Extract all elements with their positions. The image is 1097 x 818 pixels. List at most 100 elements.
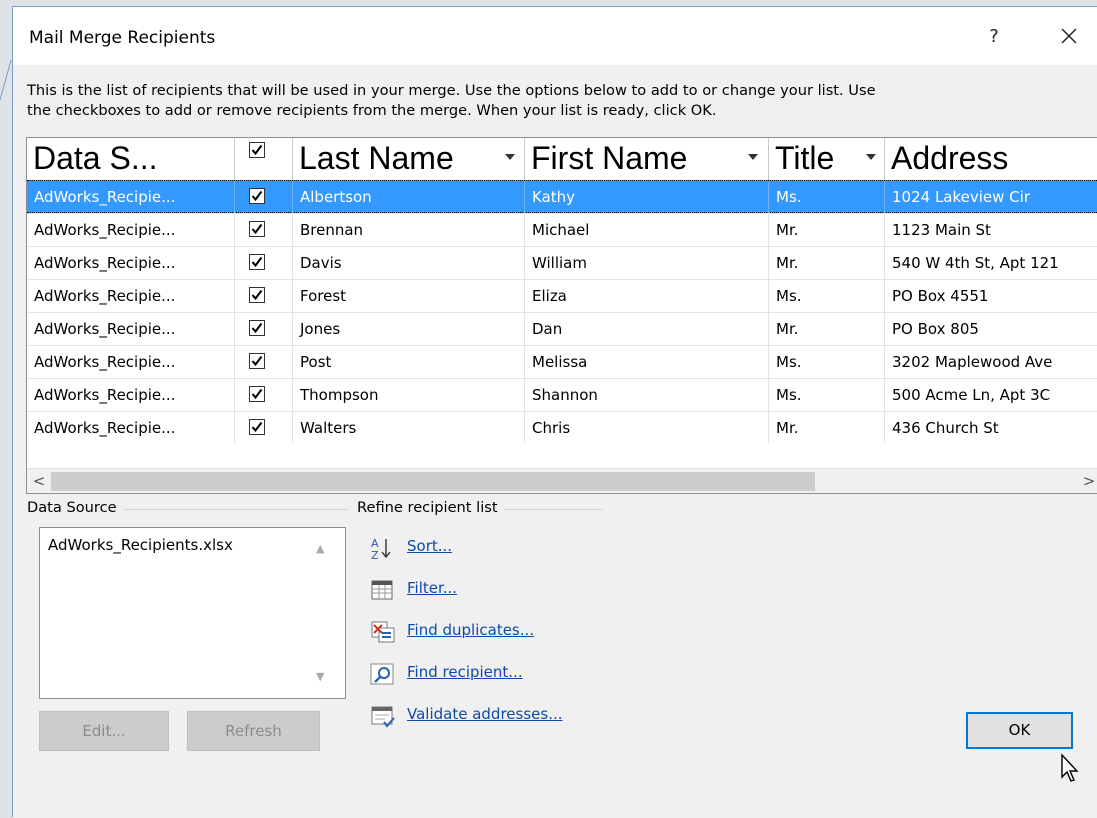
close-icon (1061, 28, 1077, 44)
select-all-checkbox[interactable] (249, 142, 265, 158)
cell-address: 1024 Lakeview Cir (892, 188, 1030, 206)
cell-last-name: Post (293, 346, 525, 378)
scroll-left-arrow-icon[interactable]: < (29, 471, 49, 492)
checkmark-icon (251, 144, 263, 156)
cell-last-name: Jones (293, 313, 525, 345)
cell-title: Mr. (769, 214, 885, 246)
include-checkbox[interactable] (249, 254, 265, 270)
ok-button[interactable]: OK (966, 712, 1073, 749)
cell-title: Ms. (769, 280, 885, 312)
cell-first-name: Melissa (525, 346, 769, 378)
cell-title: Ms. (769, 346, 885, 378)
refine-group-label: Refine recipient list (357, 499, 504, 516)
cell-title: Mr. (769, 247, 885, 279)
scroll-right-arrow-icon[interactable]: > (1079, 471, 1097, 492)
cell-data-source: AdWorks_Recipie... (27, 346, 235, 378)
include-checkbox[interactable] (249, 353, 265, 369)
filter-icon (371, 580, 393, 600)
include-checkbox[interactable] (249, 287, 265, 303)
cell-first-name: Dan (525, 313, 769, 345)
cell-data-source: AdWorks_Recipie... (27, 313, 235, 345)
sort-dropdown-arrow-icon[interactable] (866, 154, 876, 160)
refresh-button[interactable]: Refresh (187, 711, 320, 751)
include-checkbox[interactable] (249, 188, 265, 204)
cell-last-name: Davis (293, 247, 525, 279)
cell-address: 1123 Main St (892, 221, 991, 239)
scrollbar-thumb[interactable] (51, 472, 815, 491)
cell-include (235, 412, 293, 444)
table-row[interactable]: AdWorks_Recipie... Post Melissa Ms. 3202… (27, 345, 1097, 378)
checkmark-icon (251, 322, 263, 334)
cell-title: Ms. (769, 379, 885, 411)
checkmark-icon (251, 289, 263, 301)
sort-link[interactable]: Sort... (407, 537, 452, 555)
column-header-title[interactable]: Title (769, 138, 885, 180)
cell-data-source: AdWorks_Recipie... (27, 214, 235, 246)
column-header-label: Title (775, 140, 835, 176)
cell-data-source: AdWorks_Recipie... (27, 379, 235, 411)
scroll-up-arrow-icon[interactable]: ▲ (316, 542, 324, 555)
sort-az-icon: A Z (371, 537, 391, 561)
cell-include (235, 247, 293, 279)
cell-title: Mr. (769, 313, 885, 345)
scroll-down-arrow-icon[interactable]: ▼ (316, 670, 324, 683)
column-header-first-name[interactable]: First Name (525, 138, 769, 180)
validate-addresses-link[interactable]: Validate addresses... (407, 705, 563, 723)
recipients-grid[interactable]: Data S... Last Name First Name Title Add… (26, 137, 1097, 494)
cell-include (235, 379, 293, 411)
cell-address: PO Box 4551 (892, 287, 989, 305)
cell-last-name: Brennan (293, 214, 525, 246)
cell-first-name: William (525, 247, 769, 279)
table-row[interactable]: AdWorks_Recipie... Thompson Shannon Ms. … (27, 378, 1097, 411)
find-recipient-icon (370, 663, 394, 685)
background-window-edge (0, 60, 12, 101)
edit-button[interactable]: Edit... (39, 711, 169, 751)
cell-first-name: Michael (525, 214, 769, 246)
help-button[interactable]: ? (981, 23, 1007, 51)
column-header-address[interactable]: Address (885, 138, 1097, 180)
column-header-data-source[interactable]: Data S... (27, 138, 235, 180)
find-duplicates-link[interactable]: Find duplicates... (407, 621, 534, 639)
cell-include (235, 214, 293, 246)
cell-include (235, 313, 293, 345)
dialog-title: Mail Merge Recipients (29, 28, 216, 48)
cell-address: 436 Church St (892, 419, 999, 437)
checkmark-icon (251, 355, 263, 367)
cell-address: 540 W 4th St, Apt 121 (892, 254, 1059, 272)
list-item[interactable]: AdWorks_Recipients.xlsx (48, 536, 233, 554)
instructions-text: This is the list of recipients that will… (27, 81, 1097, 121)
table-row[interactable]: AdWorks_Recipie... Brennan Michael Mr. 1… (27, 213, 1097, 246)
table-row[interactable]: AdWorks_Recipie... Forest Eliza Ms. PO B… (27, 279, 1097, 312)
include-checkbox[interactable] (249, 386, 265, 402)
cell-address: 3202 Maplewood Ave (892, 353, 1053, 371)
instructions-line-1: This is the list of recipients that will… (27, 82, 876, 99)
cell-title: Mr. (769, 412, 885, 444)
svg-text:Z: Z (371, 549, 379, 561)
cell-first-name: Eliza (525, 280, 769, 312)
sort-dropdown-arrow-icon[interactable] (505, 154, 515, 160)
data-source-group-label: Data Source (27, 499, 123, 516)
cell-data-source: AdWorks_Recipie... (27, 412, 235, 444)
table-row[interactable]: AdWorks_Recipie... Jones Dan Mr. PO Box … (27, 312, 1097, 345)
data-source-list[interactable]: AdWorks_Recipients.xlsx ▲ ▼ (39, 527, 346, 699)
include-checkbox[interactable] (249, 221, 265, 237)
include-checkbox[interactable] (249, 320, 265, 336)
close-button[interactable] (1053, 21, 1085, 53)
instructions-line-2: the checkboxes to add or remove recipien… (27, 102, 717, 119)
include-checkbox[interactable] (249, 419, 265, 435)
dialog-content: This is the list of recipients that will… (13, 65, 1097, 818)
cell-last-name: Thompson (293, 379, 525, 411)
validate-addresses-icon (371, 706, 395, 728)
table-row[interactable]: AdWorks_Recipie... Albertson Kathy Ms. 1… (27, 180, 1097, 213)
table-row[interactable]: AdWorks_Recipie... Davis William Mr. 540… (27, 246, 1097, 279)
table-row[interactable]: AdWorks_Recipie... Walters Chris Mr. 436… (27, 411, 1097, 444)
sort-dropdown-arrow-icon[interactable] (748, 154, 758, 160)
horizontal-scrollbar[interactable]: < > (27, 468, 1097, 493)
column-header-checkbox[interactable] (235, 138, 293, 180)
column-header-label: Data S... (33, 140, 158, 176)
title-bar: Mail Merge Recipients ? (13, 7, 1097, 65)
cell-last-name: Albertson (293, 181, 525, 213)
find-recipient-link[interactable]: Find recipient... (407, 663, 523, 681)
column-header-last-name[interactable]: Last Name (293, 138, 525, 180)
filter-link[interactable]: Filter... (407, 579, 457, 597)
